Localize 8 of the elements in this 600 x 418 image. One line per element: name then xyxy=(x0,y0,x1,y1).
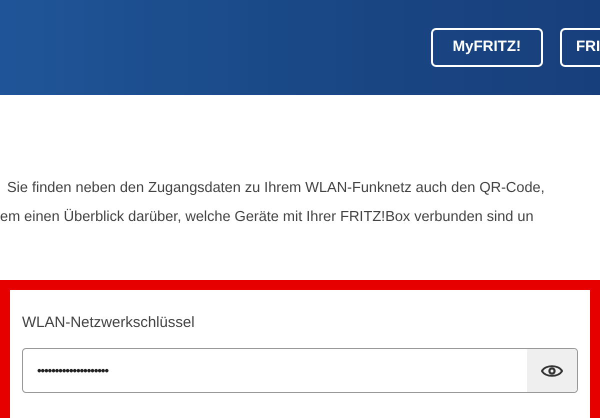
password-field[interactable]: •••••••••••••••••••• xyxy=(22,348,578,393)
eye-icon xyxy=(541,362,563,378)
intro-text: em einen Überblick darüber, welche Geräte mit Ihrer FRITZ!Box verbunden sind un xyxy=(0,208,535,227)
header-button[interactable]: MyFRITZ! xyxy=(430,28,543,67)
header-button[interactable]: FRI xyxy=(560,28,600,67)
intro-text: Sie finden neben den Zugangsdaten zu Ihrem WLAN-Funknetz auch den QR-Code, xyxy=(6,179,546,198)
field-label: WLAN-Netzwerkschlüssel xyxy=(22,312,195,332)
show-password-button[interactable] xyxy=(527,349,577,392)
